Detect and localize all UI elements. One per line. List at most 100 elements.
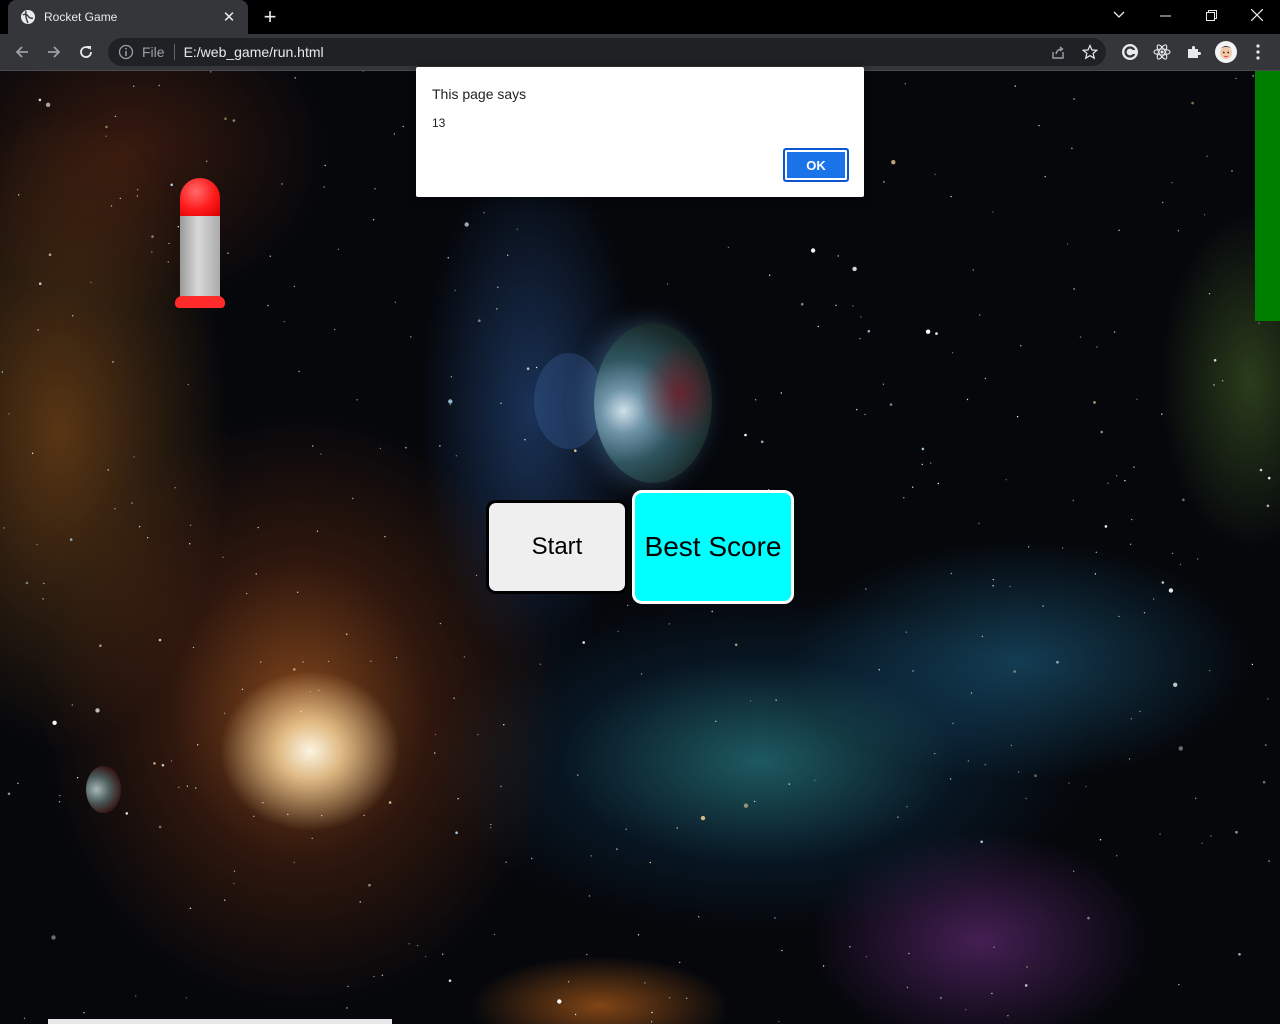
star <box>1068 782 1070 784</box>
globe-icon <box>21 10 35 24</box>
star <box>1265 744 1267 746</box>
browser-toolbar: File E:/web_game/run.html <box>0 34 1280 70</box>
star <box>1235 830 1238 834</box>
close-window-button[interactable] <box>1234 0 1280 30</box>
bookmark-button[interactable] <box>1078 40 1102 64</box>
star <box>394 301 397 303</box>
star <box>447 257 449 259</box>
star <box>1168 588 1174 593</box>
star <box>897 816 899 818</box>
planet-small <box>86 766 121 813</box>
star <box>416 944 419 947</box>
star <box>453 697 455 699</box>
browser-menu-button[interactable] <box>1246 40 1270 64</box>
forward-button[interactable] <box>40 38 68 66</box>
browser-tab[interactable]: Rocket Game ✕ <box>8 0 248 34</box>
star <box>393 133 396 135</box>
star <box>950 195 952 198</box>
star <box>281 183 283 185</box>
star <box>294 77 296 79</box>
tab-close-button[interactable]: ✕ <box>220 8 238 26</box>
star <box>119 197 122 200</box>
star <box>967 760 970 762</box>
star <box>1152 598 1155 600</box>
star <box>174 487 176 489</box>
rocket-player[interactable] <box>175 178 225 310</box>
reload-button[interactable] <box>72 38 100 66</box>
rocket-nose <box>180 178 220 216</box>
star <box>337 248 340 250</box>
react-devtools-button[interactable] <box>1150 40 1174 64</box>
star <box>158 825 162 829</box>
star <box>588 895 591 897</box>
minimize-button[interactable] <box>1142 0 1188 30</box>
star <box>359 901 361 903</box>
star <box>991 992 993 995</box>
star <box>224 117 227 120</box>
dialog-title: This page says <box>432 86 527 102</box>
extension-c-button[interactable] <box>1118 40 1142 64</box>
star <box>526 367 530 371</box>
dialog-message: 13 <box>432 116 446 130</box>
minimize-icon <box>1159 15 1171 16</box>
star <box>300 710 302 713</box>
star <box>993 946 995 948</box>
star <box>455 455 458 457</box>
star <box>760 440 764 444</box>
star <box>255 573 257 575</box>
info-icon[interactable] <box>118 44 134 60</box>
best-score-button[interactable]: Best Score <box>632 490 794 604</box>
star <box>649 861 651 864</box>
star <box>69 538 73 541</box>
star <box>1025 797 1027 800</box>
star <box>590 855 592 857</box>
star <box>185 997 188 999</box>
star <box>189 907 192 909</box>
horizontal-scrollbar[interactable] <box>48 1019 392 1024</box>
start-button[interactable]: Start <box>486 500 628 594</box>
new-tab-button[interactable]: + <box>258 5 282 29</box>
star <box>949 778 952 780</box>
star <box>388 801 392 804</box>
address-url[interactable]: E:/web_game/run.html <box>184 44 324 60</box>
address-bar[interactable]: File E:/web_game/run.html <box>108 38 1106 66</box>
star <box>262 802 264 804</box>
star <box>52 720 57 725</box>
rocket-base <box>175 296 225 308</box>
star <box>1 371 4 373</box>
profile-button[interactable] <box>1214 40 1238 64</box>
star <box>133 85 135 87</box>
star <box>1201 842 1203 844</box>
star <box>814 779 816 781</box>
star <box>105 125 108 129</box>
share-button[interactable] <box>1046 40 1070 64</box>
star <box>37 329 39 331</box>
star <box>168 242 170 245</box>
star <box>1178 983 1180 986</box>
star <box>507 254 509 256</box>
star <box>362 71 364 72</box>
star <box>1143 612 1146 614</box>
star <box>788 783 790 785</box>
extensions-button[interactable] <box>1182 40 1206 64</box>
dialog-ok-button[interactable]: OK <box>783 148 849 182</box>
star <box>1209 669 1211 672</box>
star <box>668 997 671 999</box>
star <box>107 469 109 471</box>
star <box>297 775 299 777</box>
tab-search-button[interactable] <box>1096 0 1142 30</box>
reload-icon <box>80 46 92 58</box>
star <box>1038 124 1040 127</box>
restore-button[interactable] <box>1188 0 1234 30</box>
star <box>817 325 819 328</box>
star <box>1073 870 1075 872</box>
game-canvas[interactable]: Start Best Score <box>0 71 1280 1024</box>
star <box>921 463 923 466</box>
back-button[interactable] <box>8 38 36 66</box>
star <box>269 255 271 257</box>
star <box>232 119 236 122</box>
share-icon <box>1052 46 1064 59</box>
star <box>112 361 114 363</box>
star <box>586 953 588 956</box>
star <box>979 314 981 316</box>
